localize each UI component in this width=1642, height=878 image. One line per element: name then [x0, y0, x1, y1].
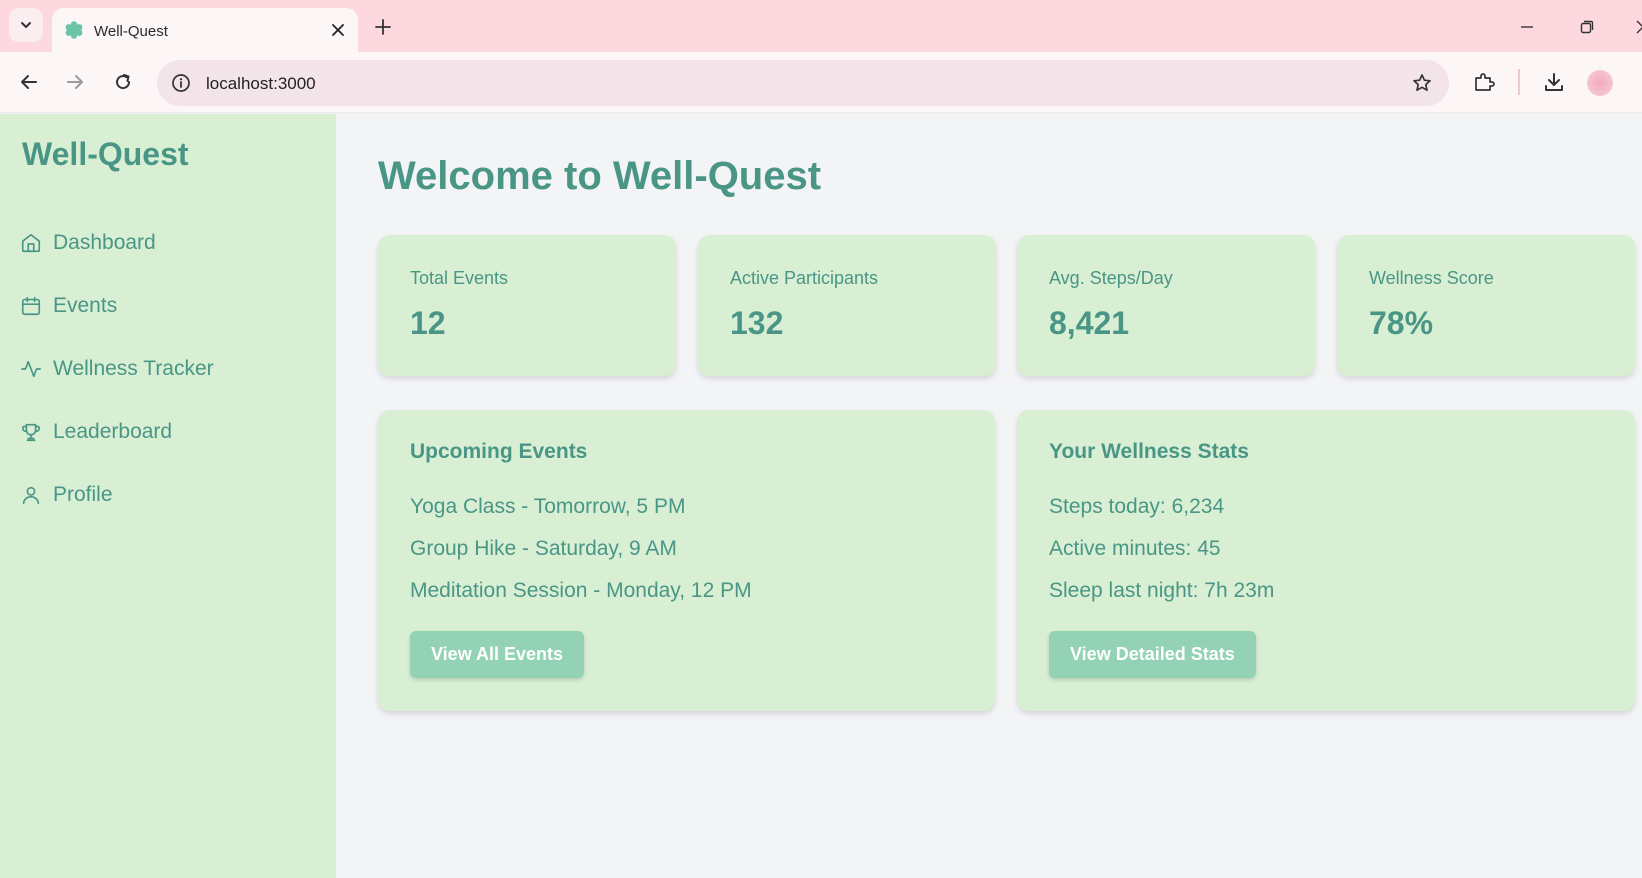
tab-close-button[interactable]: [328, 20, 348, 40]
puzzle-icon: [1475, 73, 1495, 91]
stat-value: 8,421: [1049, 305, 1130, 341]
wellness-stat-list: Steps today: 6,234 Active minutes: 45 Sl…: [1049, 494, 1274, 620]
panel-title: Upcoming Events: [410, 440, 588, 463]
favicon-icon: [65, 21, 83, 39]
activity-icon: [21, 360, 41, 378]
list-item: Steps today: 6,234: [1049, 495, 1225, 518]
browser-tab-bar: Well-Quest: [0, 0, 1642, 52]
stat-card-active-participants: Active Participants 132: [698, 235, 996, 376]
arrow-right-icon: [67, 75, 83, 89]
main-content: Welcome to Well-Quest Total Events 12 Ac…: [336, 114, 1642, 878]
panel-title: Your Wellness Stats: [1049, 440, 1249, 463]
forward-button[interactable]: [59, 66, 91, 98]
info-icon: [172, 74, 190, 92]
tab-search-button[interactable]: [9, 8, 43, 42]
tab-title: Well-Quest: [94, 23, 168, 40]
list-item: Active minutes: 45: [1049, 537, 1221, 560]
back-button[interactable]: [13, 66, 45, 98]
sidebar-item-label: Events: [53, 294, 118, 317]
close-icon: [332, 24, 344, 36]
sidebar-item-label: Leaderboard: [53, 420, 173, 443]
view-all-events-button[interactable]: View All Events: [410, 631, 585, 678]
brand-title: Well-Quest: [22, 136, 189, 172]
stat-value: 132: [730, 305, 784, 341]
window-close-button[interactable]: [1630, 14, 1642, 40]
close-icon: [1636, 20, 1642, 34]
list-item: Meditation Session - Monday, 12 PM: [410, 579, 752, 602]
downloads-button[interactable]: [1538, 66, 1570, 98]
stat-value: 78%: [1369, 305, 1434, 341]
stat-label: Avg. Steps/Day: [1049, 268, 1173, 288]
upcoming-events-panel: Upcoming Events Yoga Class - Tomorrow, 5…: [378, 410, 995, 711]
stat-label: Total Events: [410, 268, 509, 288]
stat-value: 12: [410, 305, 446, 341]
plus-icon: [375, 19, 391, 35]
star-icon: [1413, 74, 1431, 92]
extensions-button[interactable]: [1468, 66, 1500, 98]
download-icon: [1545, 73, 1563, 91]
minimize-button[interactable]: [1514, 14, 1540, 40]
sidebar-item-events[interactable]: Events: [20, 288, 117, 324]
list-item: Sleep last night: 7h 23m: [1049, 579, 1275, 602]
list-item: Yoga Class - Tomorrow, 5 PM: [410, 495, 686, 518]
bookmark-button[interactable]: [1409, 70, 1435, 96]
chevron-down-icon: [21, 22, 31, 28]
minimize-icon: [1521, 26, 1533, 28]
address-bar[interactable]: localhost:3000: [157, 60, 1449, 106]
browser-tab[interactable]: Well-Quest: [52, 8, 358, 52]
wellness-stats-panel: Your Wellness Stats Steps today: 6,234 A…: [1017, 410, 1635, 711]
stat-card-wellness-score: Wellness Score 78%: [1337, 235, 1635, 376]
view-detailed-stats-button[interactable]: View Detailed Stats: [1049, 631, 1256, 678]
sidebar: Well-Quest Dashboard Events Wellness Tra…: [0, 114, 336, 878]
stat-card-avg-steps: Avg. Steps/Day 8,421: [1017, 235, 1315, 376]
reload-button[interactable]: [107, 66, 139, 98]
toolbar-divider: [1518, 69, 1520, 95]
stat-card-total-events: Total Events 12: [378, 235, 676, 376]
calendar-icon: [21, 296, 41, 316]
trophy-icon: [22, 423, 40, 442]
restore-icon: [1580, 20, 1594, 34]
sidebar-item-label: Dashboard: [53, 231, 156, 254]
sidebar-item-dashboard[interactable]: Dashboard: [20, 225, 156, 261]
new-tab-button[interactable]: [370, 14, 396, 40]
sidebar-item-label: Profile: [53, 483, 113, 506]
sidebar-item-label: Wellness Tracker: [53, 357, 214, 380]
user-icon: [22, 486, 40, 505]
browser-toolbar: localhost:3000: [0, 52, 1642, 113]
profile-avatar[interactable]: [1587, 70, 1613, 96]
list-item: Group Hike - Saturday, 9 AM: [410, 537, 677, 560]
sidebar-item-wellness-tracker[interactable]: Wellness Tracker: [20, 351, 214, 387]
event-list: Yoga Class - Tomorrow, 5 PM Group Hike -…: [410, 494, 752, 620]
url-text[interactable]: localhost:3000: [206, 74, 316, 94]
stat-label: Wellness Score: [1369, 268, 1494, 288]
arrow-left-icon: [21, 75, 37, 89]
sidebar-item-leaderboard[interactable]: Leaderboard: [20, 414, 172, 450]
stat-label: Active Participants: [730, 268, 879, 288]
home-icon: [21, 233, 41, 253]
page-title: Welcome to Well-Quest: [378, 154, 822, 198]
restore-button[interactable]: [1574, 14, 1600, 40]
sidebar-item-profile[interactable]: Profile: [20, 477, 113, 513]
reload-icon: [116, 74, 131, 90]
site-info-button[interactable]: [167, 69, 195, 97]
